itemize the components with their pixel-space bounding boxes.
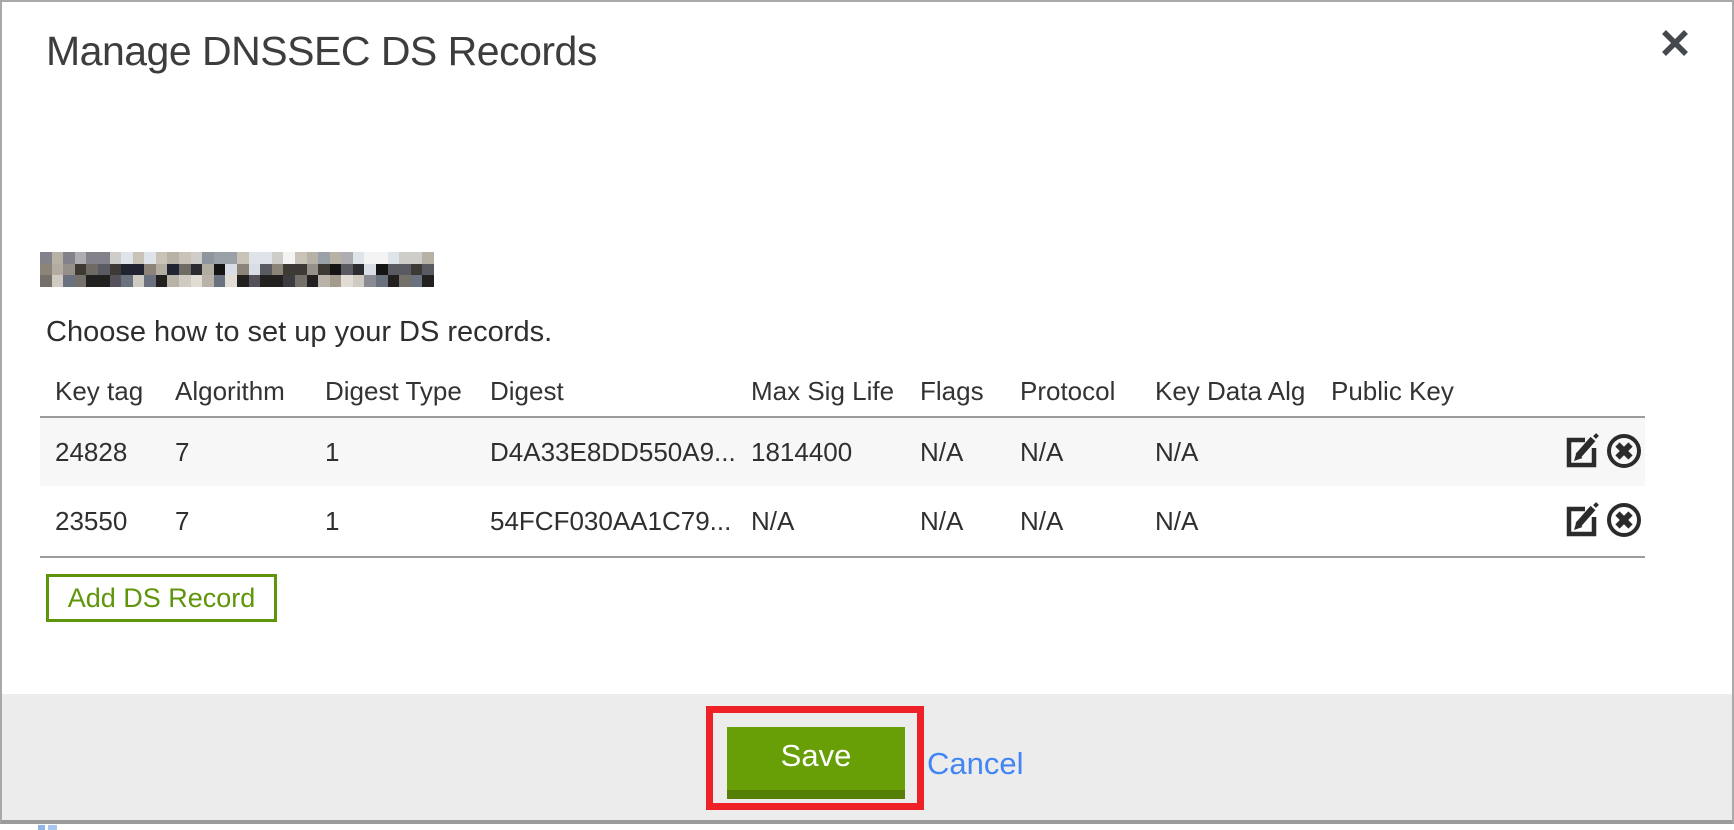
column-header-flags: Flags <box>920 376 1020 407</box>
cell-digest: D4A33E8DD550A9... <box>490 437 751 468</box>
column-header-protocol: Protocol <box>1020 376 1155 407</box>
cell-algorithm: 7 <box>175 506 325 537</box>
table-header-row: Key tag Algorithm Digest Type Digest Max… <box>40 366 1645 418</box>
table-row: 23550 7 1 54FCF030AA1C79... N/A N/A N/A … <box>40 486 1645 558</box>
column-header-algorithm: Algorithm <box>175 376 325 407</box>
cell-digest: 54FCF030AA1C79... <box>490 506 751 537</box>
delete-icon <box>1605 432 1643 473</box>
column-header-key-data-alg: Key Data Alg <box>1155 376 1331 407</box>
close-icon <box>1658 26 1692 65</box>
cell-digest-type: 1 <box>325 506 490 537</box>
manage-dnssec-modal: Manage DNSSEC DS Records Choose how to s… <box>0 0 1734 824</box>
cell-key-tag: 24828 <box>40 437 175 468</box>
edit-icon <box>1564 432 1602 473</box>
cell-digest-type: 1 <box>325 437 490 468</box>
cell-max-sig-life: 1814400 <box>751 437 920 468</box>
cell-algorithm: 7 <box>175 437 325 468</box>
page-background-sliver <box>0 824 1734 830</box>
instruction-text: Choose how to set up your DS records. <box>46 316 552 349</box>
column-header-max-sig-life: Max Sig Life <box>751 376 920 407</box>
background-page-fragment <box>48 825 57 830</box>
modal-footer: Save Cancel <box>2 694 1732 822</box>
ds-records-table: Key tag Algorithm Digest Type Digest Max… <box>40 366 1645 558</box>
column-header-public-key: Public Key <box>1331 376 1481 407</box>
domain-name-redacted <box>40 252 434 287</box>
page-title: Manage DNSSEC DS Records <box>46 28 597 75</box>
close-button[interactable] <box>1656 26 1694 64</box>
column-header-key-tag: Key tag <box>40 376 175 407</box>
edit-icon <box>1564 501 1602 542</box>
save-button[interactable]: Save <box>727 727 905 799</box>
cell-protocol: N/A <box>1020 437 1155 468</box>
cell-flags: N/A <box>920 437 1020 468</box>
edit-record-button[interactable] <box>1564 433 1602 471</box>
table-row: 24828 7 1 D4A33E8DD550A9... 1814400 N/A … <box>40 418 1645 486</box>
delete-icon <box>1605 501 1643 542</box>
cell-key-data-alg: N/A <box>1155 437 1331 468</box>
cell-max-sig-life: N/A <box>751 506 920 537</box>
delete-record-button[interactable] <box>1605 502 1643 540</box>
cell-key-data-alg: N/A <box>1155 506 1331 537</box>
delete-record-button[interactable] <box>1605 433 1643 471</box>
cell-protocol: N/A <box>1020 506 1155 537</box>
column-header-digest-type: Digest Type <box>325 376 490 407</box>
edit-record-button[interactable] <box>1564 502 1602 540</box>
background-page-fragment <box>38 825 45 830</box>
add-ds-record-button[interactable]: Add DS Record <box>46 574 277 622</box>
cell-key-tag: 23550 <box>40 506 175 537</box>
row-actions <box>1481 433 1645 471</box>
row-actions <box>1481 502 1645 540</box>
column-header-digest: Digest <box>490 376 751 407</box>
cancel-link[interactable]: Cancel <box>927 746 1024 782</box>
cell-flags: N/A <box>920 506 1020 537</box>
annotation-highlight-box: Save <box>706 706 924 810</box>
